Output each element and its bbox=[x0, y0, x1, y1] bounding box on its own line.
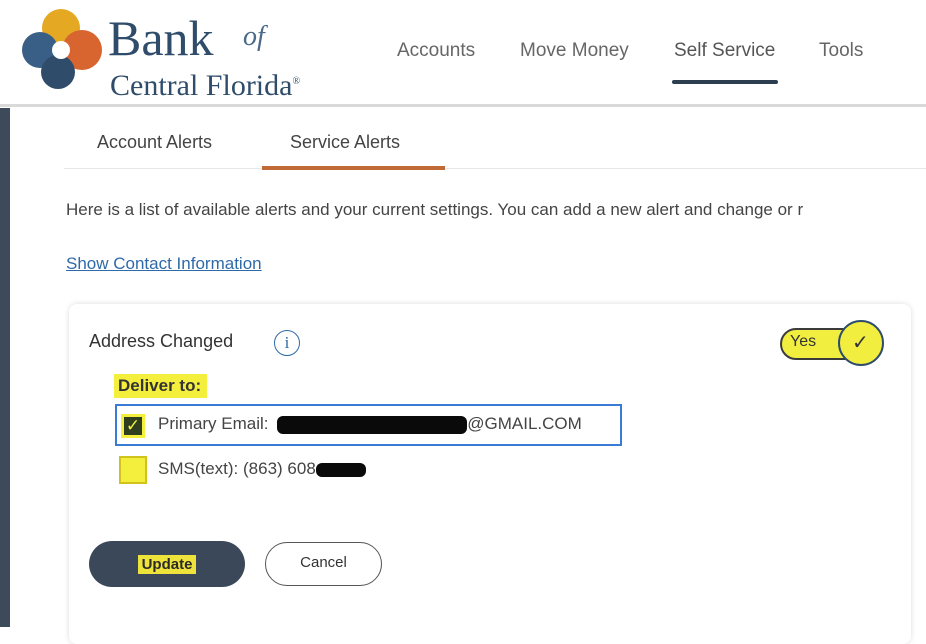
tab-active-indicator bbox=[262, 166, 445, 170]
brand-name-bank: Bank bbox=[108, 10, 214, 66]
site-header: Bank of Central Florida® Accounts Move M… bbox=[0, 0, 926, 106]
sms-checkbox[interactable] bbox=[119, 456, 147, 484]
nav-self-service[interactable]: Self Service bbox=[674, 40, 775, 62]
email-label: Primary Email: bbox=[158, 414, 269, 433]
brand-name-region: Central Florida® bbox=[110, 69, 301, 102]
email-domain: @GMAIL.COM bbox=[467, 414, 582, 433]
intro-text: Here is a list of available alerts and y… bbox=[66, 200, 804, 219]
checkmark-icon: ✓ bbox=[125, 416, 141, 435]
sms-option-label[interactable]: SMS(text): (863) 608 bbox=[158, 459, 366, 479]
show-contact-info-link[interactable]: Show Contact Information bbox=[66, 254, 262, 274]
nav-move-money[interactable]: Move Money bbox=[520, 40, 629, 62]
toggle-label: Yes bbox=[790, 333, 817, 350]
tab-service-alerts[interactable]: Service Alerts bbox=[290, 132, 400, 153]
update-button[interactable]: Update bbox=[89, 541, 245, 587]
nav-accounts[interactable]: Accounts bbox=[397, 40, 475, 62]
info-icon[interactable]: i bbox=[274, 330, 300, 356]
nav-active-indicator bbox=[672, 80, 778, 84]
redacted-phone bbox=[315, 462, 366, 477]
tab-account-alerts[interactable]: Account Alerts bbox=[97, 132, 212, 153]
toggle-knob[interactable]: ✓ bbox=[838, 320, 884, 366]
nav-tools[interactable]: Tools bbox=[819, 40, 863, 62]
bank-logo-icon[interactable] bbox=[14, 6, 104, 92]
alert-toggle[interactable]: Yes ✓ bbox=[780, 320, 884, 370]
deliver-to-label: Deliver to: bbox=[114, 374, 208, 398]
brand-name-of: of bbox=[243, 21, 265, 52]
update-button-label: Update bbox=[137, 554, 197, 574]
sms-label: SMS(text): (863) 608 bbox=[158, 459, 316, 478]
tabs-divider bbox=[64, 168, 926, 169]
header-divider bbox=[0, 104, 926, 107]
alert-title: Address Changed bbox=[89, 331, 234, 351]
checkmark-icon: ✓ bbox=[852, 332, 869, 354]
cancel-button[interactable]: Cancel bbox=[265, 542, 382, 586]
redacted-email bbox=[277, 415, 468, 434]
left-accent-bar bbox=[0, 108, 10, 627]
email-option-label[interactable]: Primary Email: @GMAIL.COM bbox=[158, 414, 582, 434]
email-checkbox[interactable]: ✓ bbox=[121, 414, 145, 438]
